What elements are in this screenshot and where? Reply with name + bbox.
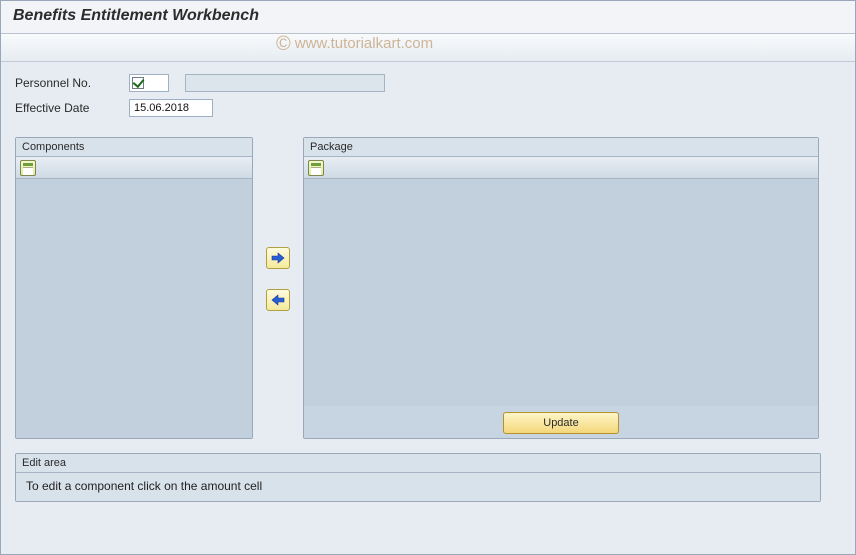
package-panel-title: Package <box>304 138 818 157</box>
package-panel: Package Update <box>303 137 819 439</box>
personnel-checkbox[interactable] <box>132 77 144 89</box>
personnel-label: Personnel No. <box>15 76 129 90</box>
add-button[interactable] <box>266 247 290 269</box>
page-title: Benefits Entitlement Workbench <box>13 7 843 25</box>
personnel-row: Personnel No. <box>15 72 841 94</box>
package-list[interactable] <box>304 179 818 406</box>
components-list[interactable] <box>16 179 252 438</box>
effective-date-row: Effective Date <box>15 97 841 119</box>
edit-area-panel: Edit area To edit a component click on t… <box>15 453 821 502</box>
edit-area-hint: To edit a component click on the amount … <box>16 473 820 501</box>
effective-date-input[interactable] <box>129 99 213 117</box>
arrow-left-icon <box>271 294 285 306</box>
transfer-buttons <box>253 137 303 311</box>
package-toolbar <box>304 157 818 179</box>
update-button[interactable]: Update <box>503 412 619 434</box>
personnel-name-display <box>185 74 385 92</box>
package-footer: Update <box>304 406 818 438</box>
app-window: Benefits Entitlement Workbench ©www.tuto… <box>0 0 856 555</box>
effective-date-label: Effective Date <box>15 101 129 115</box>
components-toolbar <box>16 157 252 179</box>
remove-button[interactable] <box>266 289 290 311</box>
application-toolbar <box>1 34 855 62</box>
components-panel: Components <box>15 137 253 439</box>
edit-area-title: Edit area <box>16 454 820 473</box>
personnel-number-input[interactable] <box>129 74 169 92</box>
components-panel-title: Components <box>16 138 252 157</box>
content-area: Personnel No. Effective Date Components <box>1 62 855 508</box>
spreadsheet-icon[interactable] <box>308 160 324 176</box>
panels-row: Components Package <box>15 137 841 439</box>
spreadsheet-icon[interactable] <box>20 160 36 176</box>
titlebar: Benefits Entitlement Workbench <box>1 1 855 34</box>
arrow-right-icon <box>271 252 285 264</box>
